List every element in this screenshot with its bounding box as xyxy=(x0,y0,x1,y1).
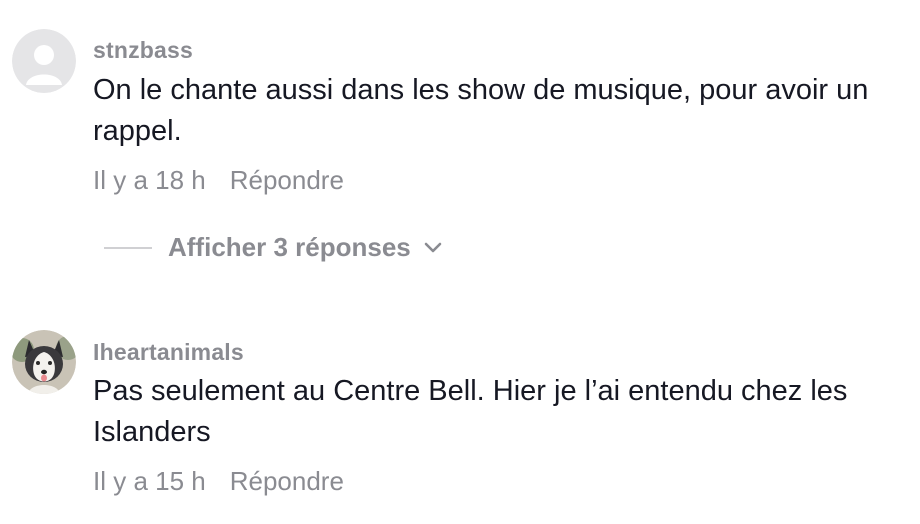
user-avatar[interactable] xyxy=(12,29,76,93)
reply-button[interactable]: Répondre xyxy=(230,165,344,196)
comment-item: Iheartanimals Pas seulement au Centre Be… xyxy=(0,300,920,524)
default-user-avatar-icon xyxy=(12,29,76,93)
comment-timestamp: Il y a 18 h xyxy=(93,165,206,195)
comment-username[interactable]: Iheartanimals xyxy=(93,339,244,366)
comment-text: Pas seulement au Centre Bell. Hier je l’… xyxy=(93,375,848,448)
divider-line xyxy=(104,246,152,249)
husky-dog-avatar-icon xyxy=(12,330,76,394)
reply-button[interactable]: Répondre xyxy=(230,466,344,497)
view-replies-button[interactable]: Afficher 3 réponses xyxy=(104,232,443,263)
comment-timestamp: Il y a 15 h xyxy=(93,466,206,496)
comment-meta: Il y a 15 h Répondre xyxy=(93,466,344,497)
user-avatar[interactable] xyxy=(12,330,76,394)
comment-item: stnzbass On le chante aussi dans les sho… xyxy=(0,0,920,300)
comment-meta: Il y a 18 h Répondre xyxy=(93,165,344,196)
view-replies-label: Afficher 3 réponses xyxy=(168,232,411,262)
comment-username[interactable]: stnzbass xyxy=(93,37,193,64)
chevron-down-icon xyxy=(423,238,443,258)
comment-text: On le chante aussi dans les show de musi… xyxy=(93,74,869,147)
